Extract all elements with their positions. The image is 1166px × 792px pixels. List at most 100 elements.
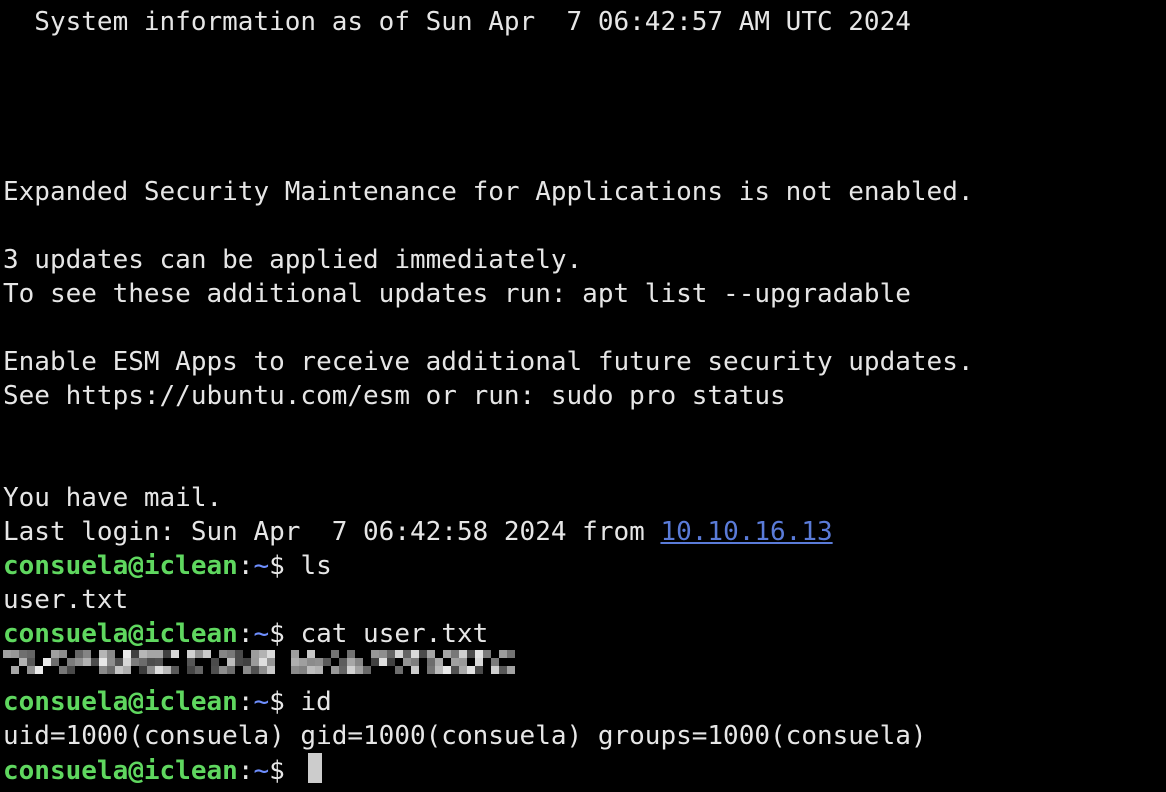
redaction-pixel	[83, 650, 91, 658]
redaction-pixel	[227, 666, 235, 674]
redaction-pixel	[451, 650, 459, 658]
redaction-pixel	[291, 666, 299, 674]
prompt-line-id: consuela@iclean:~$ id	[3, 685, 332, 719]
prompt-path: ~	[253, 687, 270, 717]
redaction-pixel	[355, 666, 363, 674]
cursor-block[interactable]	[308, 753, 323, 783]
redaction-pixel	[19, 658, 27, 666]
command-ls: ls	[300, 551, 332, 581]
redaction-pixel	[83, 658, 91, 666]
redaction-pixel	[99, 666, 107, 674]
redaction-pixel	[75, 650, 83, 658]
redaction-pixel	[403, 658, 411, 666]
redaction-pixel	[267, 658, 275, 666]
esm-notice-line: Expanded Security Maintenance for Applic…	[3, 177, 974, 207]
redaction-pixel	[307, 650, 315, 658]
redaction-pixel	[147, 666, 155, 674]
redaction-pixel	[467, 650, 475, 658]
redaction-pixel	[307, 658, 315, 666]
redaction-pixel	[435, 666, 443, 674]
redaction-pixel	[339, 658, 347, 666]
redaction-pixel	[139, 666, 147, 674]
redaction-pixel	[427, 666, 435, 674]
redaction-pixel	[107, 650, 115, 658]
redaction-pixel	[227, 650, 235, 658]
redaction-pixel	[347, 666, 355, 674]
updates-hint-line: To see these additional updates run: apt…	[3, 279, 911, 309]
redaction-pixel	[307, 666, 315, 674]
redaction-pixel	[11, 666, 19, 674]
redaction-pixel	[507, 666, 515, 674]
redaction-pixel	[107, 666, 115, 674]
redaction-pixel	[443, 650, 451, 658]
redaction-pixel	[459, 650, 467, 658]
command-id: id	[300, 687, 332, 717]
prompt-user-host: consuela@iclean	[3, 687, 238, 717]
prompt-colon: :	[237, 619, 254, 649]
redaction-pixel	[291, 658, 299, 666]
redaction-pixel	[251, 666, 259, 674]
prompt-user-host: consuela@iclean	[3, 619, 238, 649]
prompt-line-ls: consuela@iclean:~$ ls	[3, 549, 332, 583]
redaction-pixel	[379, 658, 387, 666]
redaction-pixel	[411, 650, 419, 658]
redaction-pixel	[475, 650, 483, 658]
redaction-pixel	[371, 650, 379, 658]
prompt-dollar: $	[269, 619, 301, 649]
prompt-dollar: $	[269, 551, 301, 581]
prompt-path: ~	[253, 551, 270, 581]
redaction-pixel	[331, 666, 339, 674]
redaction-pixel	[443, 666, 451, 674]
redaction-pixel	[395, 650, 403, 658]
redaction-pixel	[19, 650, 27, 658]
redaction-pixel	[267, 650, 275, 658]
redaction-pixel	[51, 658, 59, 666]
redaction-pixel	[435, 658, 443, 666]
prompt-colon: :	[237, 756, 254, 786]
redaction-pixel	[35, 666, 43, 674]
redaction-pixel	[107, 658, 115, 666]
redaction-pixel	[427, 658, 435, 666]
redaction-pixel	[483, 650, 491, 658]
redaction-pixel	[99, 650, 107, 658]
sysinfo-line: System information as of Sun Apr 7 06:42…	[3, 7, 911, 37]
prompt-path: ~	[253, 756, 270, 786]
redaction-pixel	[51, 650, 59, 658]
redaction-pixel	[147, 650, 155, 658]
redaction-pixel	[459, 666, 467, 674]
redaction-pixel	[387, 658, 395, 666]
redaction-pixel	[299, 666, 307, 674]
pixelated-flag-redaction	[3, 648, 515, 674]
redaction-pixel	[243, 666, 251, 674]
redaction-pixel	[219, 666, 227, 674]
terminal-window[interactable]: System information as of Sun Apr 7 06:42…	[0, 0, 1166, 792]
redaction-pixel	[123, 658, 131, 666]
command-cat: cat user.txt	[300, 619, 489, 649]
redaction-pixel	[467, 666, 475, 674]
redaction-pixel	[59, 666, 67, 674]
redaction-pixel	[211, 666, 219, 674]
redaction-pixel	[187, 658, 195, 666]
redaction-pixel	[427, 650, 435, 658]
redaction-pixel	[411, 666, 419, 674]
updates-count-line: 3 updates can be applied immediately.	[3, 245, 583, 275]
redaction-pixel	[43, 658, 51, 666]
redaction-pixel	[451, 666, 459, 674]
last-login-line: Last login: Sun Apr 7 06:42:58 2024 from…	[3, 515, 833, 549]
redaction-pixel	[339, 666, 347, 674]
redaction-pixel	[3, 650, 11, 658]
redaction-pixel	[187, 650, 195, 658]
redaction-pixel	[75, 658, 83, 666]
redaction-pixel	[379, 650, 387, 658]
redaction-pixel	[499, 666, 507, 674]
redaction-pixel	[123, 650, 131, 658]
redaction-pixel	[99, 658, 107, 666]
redaction-pixel	[371, 658, 379, 666]
last-login-ip-link[interactable]: 10.10.16.13	[660, 517, 832, 547]
prompt-dollar: $	[269, 756, 301, 786]
prompt-line-cat: consuela@iclean:~$ cat user.txt	[3, 617, 488, 651]
prompt-user-host: consuela@iclean	[3, 551, 238, 581]
redaction-pixel	[211, 658, 219, 666]
last-login-text: Last login: Sun Apr 7 06:42:58 2024 from	[3, 517, 661, 547]
redaction-pixel	[475, 658, 483, 666]
